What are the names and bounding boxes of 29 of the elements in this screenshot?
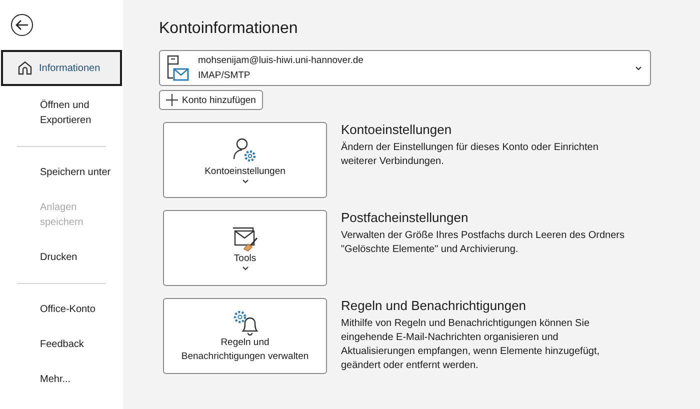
section-description: Verwalten der Größe Ihres Postfachs durch Leeren des Ordners "Gelöschte Elemente" und Archivierung. (341, 229, 626, 257)
sidebar-item[interactable]: Drucken (1, 242, 122, 273)
section-heading: Regeln und Benachrichtigungen (341, 298, 528, 313)
envelope-broom-icon (231, 226, 259, 252)
back-button[interactable] (11, 14, 33, 36)
sidebar-item[interactable]: Informationen (1, 50, 122, 86)
sidebar-item[interactable]: Öffnen und Exportieren (1, 90, 122, 136)
plus-icon (166, 94, 178, 106)
chevron-down-icon (242, 178, 248, 184)
section-description: Mithilfe von Regeln und Benachrichtigungen können Sie eingehende E-Mail-Nachrichten organisieren und Aktualisierungen empfangen, wenn Elemente hinzugefügt, geändert oder entfernt werden. (341, 317, 601, 373)
gear-bell-icon (231, 308, 259, 336)
account-dropdown[interactable]: mohsenijam@luis-hiwi.uni-hannover.de IMAP/SMTP (159, 50, 651, 86)
chevron-down-icon (635, 66, 642, 70)
mailbox-icon (166, 54, 190, 82)
settings-button[interactable]: Kontoeinstellungen (163, 122, 327, 198)
sidebar-item[interactable]: Speichern unter (1, 157, 122, 188)
sidebar-item[interactable]: Feedback (1, 329, 122, 360)
section-heading: Kontoeinstellungen (341, 122, 453, 137)
section-description: Ändern der Einstellungen für dieses Konto oder Einrichten weiterer Verbindungen. (341, 141, 600, 169)
settings-button[interactable]: Tools (163, 210, 327, 286)
page-title: Kontoinformationen (159, 20, 299, 38)
add-account-button[interactable]: Konto hinzufügen (159, 90, 263, 110)
settings-button[interactable]: Regeln und Benachrichtigungen verwalten (163, 298, 327, 374)
arrow-left-icon (15, 19, 29, 31)
section-heading: Postfacheinstellungen (341, 210, 470, 225)
home-icon (17, 60, 33, 76)
sidebar-item[interactable]: Office-Konto (1, 294, 122, 325)
chevron-down-icon (242, 266, 248, 270)
sidebar-item[interactable]: Mehr... (1, 364, 122, 395)
